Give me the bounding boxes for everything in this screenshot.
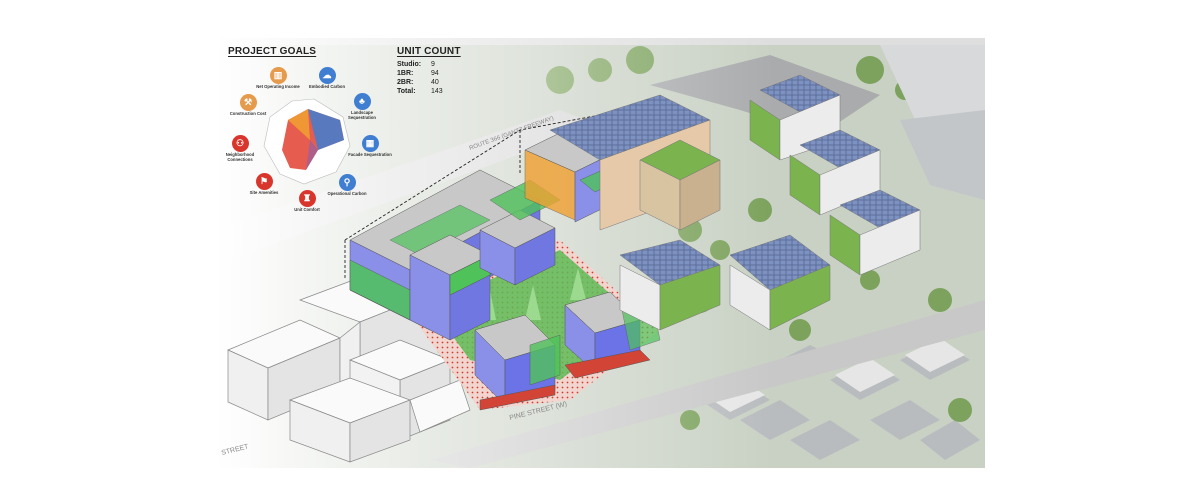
goal-construction-cost: ⚒ Construction Cost — [225, 94, 271, 117]
unit-count-title: UNIT COUNT — [397, 46, 461, 57]
goal-facade-sequestration: ▦ Facade Sequestration — [347, 135, 393, 158]
carbon-cloud-icon: ☁ — [318, 67, 336, 84]
people-icon: ⚇ — [231, 135, 249, 152]
unit-count-table: Studio: 9 1BR: 94 2BR: 40 Total: 143 — [397, 60, 451, 96]
site-plan-svg: ROUTE 366 (GANTZ FREEWAY) PINE STREET (W… — [215, 38, 985, 468]
goal-site-amenities: ⚑ Site Amenities — [241, 173, 287, 196]
unit-row-total: Total: 143 — [397, 88, 443, 95]
thermometer-icon: ⚲ — [338, 174, 356, 191]
bar-chart-icon: ▥ — [269, 67, 287, 84]
site-axonometric-diagram: ROUTE 366 (GANTZ FREEWAY) PINE STREET (W… — [0, 0, 1200, 480]
goal-operational-carbon: ⚲ Operational Carbon — [324, 174, 370, 197]
goal-embodied-carbon: ☁ Embodied Carbon — [304, 67, 350, 90]
unit-row-1br: 1BR: 94 — [397, 70, 439, 77]
facade-icon: ▦ — [361, 135, 379, 152]
goal-landscape-sequestration: ♣ Landscape Sequestration — [339, 93, 385, 120]
amenity-icon: ⚑ — [255, 173, 273, 190]
building-block-west-mid — [409, 234, 491, 341]
tree-icon: ♣ — [353, 93, 371, 110]
person-icon: ♜ — [298, 190, 316, 207]
project-goals-title: PROJECT GOALS — [228, 46, 317, 57]
goal-net-operating-income: ▥ Net Operating Income — [255, 67, 301, 90]
unit-row-2br: 2BR: 40 — [397, 79, 439, 86]
unit-row-studio: Studio: 9 — [397, 61, 435, 68]
crane-icon: ⚒ — [239, 94, 257, 111]
goal-neighborhood-connections: ⚇ Neighborhood Connections — [217, 135, 263, 162]
goal-unit-comfort: ♜ Unit Comfort — [284, 190, 330, 213]
